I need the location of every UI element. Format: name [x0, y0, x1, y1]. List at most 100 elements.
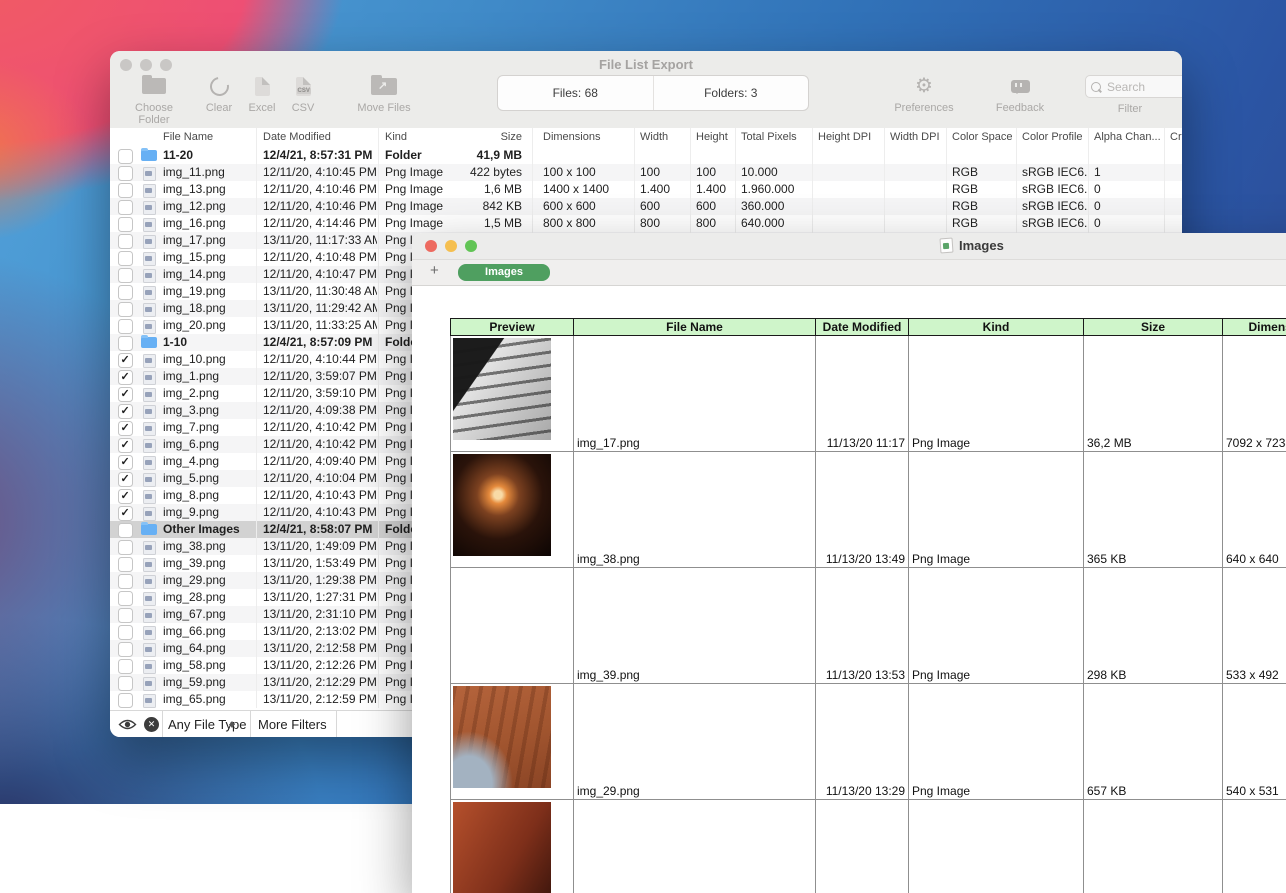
row-checkbox[interactable] — [118, 472, 133, 487]
date-modified-cell: 12/11/20, 4:10:46 PM — [263, 198, 377, 215]
row-checkbox[interactable] — [118, 591, 133, 606]
row-checkbox[interactable] — [118, 268, 133, 283]
row-checkbox[interactable] — [118, 336, 133, 351]
preferences-button[interactable]: ⚙ Preferences — [893, 73, 955, 119]
size-cell — [1084, 800, 1223, 893]
row-checkbox[interactable] — [118, 608, 133, 623]
file-type-dropdown[interactable]: Any File Type — [166, 711, 252, 737]
row-checkbox[interactable] — [118, 421, 133, 436]
header-dimensions: Dimensions — [1223, 319, 1286, 336]
images-preview-window: Images + Images Preview File Name Date M… — [412, 233, 1286, 893]
row-checkbox[interactable] — [118, 659, 133, 674]
clear-filter-button[interactable]: ✕ — [144, 717, 159, 732]
kind-cell: Png Image — [385, 215, 465, 232]
file-type-icon — [143, 269, 156, 283]
kind-cell: Png Image — [385, 164, 465, 181]
csv-label: CSV — [292, 102, 315, 114]
chevron-up-down-icon — [228, 718, 236, 731]
row-checkbox[interactable] — [118, 217, 133, 232]
row-checkbox[interactable] — [118, 370, 133, 385]
row-checkbox[interactable] — [118, 693, 133, 708]
row-checkbox[interactable] — [118, 387, 133, 402]
table-row[interactable]: img_12.png 12/11/20, 4:10:46 PM Png Imag… — [110, 198, 1182, 215]
table-row[interactable]: 11-20 12/4/21, 8:57:31 PM Folder 41,9 MB — [110, 147, 1182, 164]
file-type-icon — [143, 184, 156, 198]
table-row[interactable]: img_11.png 12/11/20, 4:10:45 PM Png Imag… — [110, 164, 1182, 181]
row-checkbox[interactable] — [118, 455, 133, 470]
table-row[interactable]: img_13.png 12/11/20, 4:10:46 PM Png Imag… — [110, 181, 1182, 198]
column-header-size[interactable]: Size — [455, 128, 522, 147]
image-thumbnail — [453, 686, 551, 788]
column-header-kind[interactable]: Kind — [385, 128, 465, 147]
row-checkbox[interactable] — [118, 353, 133, 368]
more-filters-button[interactable]: More Filters — [258, 711, 327, 737]
file-type-icon — [143, 694, 156, 708]
row-checkbox[interactable] — [118, 183, 133, 198]
row-checkbox[interactable] — [118, 506, 133, 521]
row-checkbox[interactable] — [118, 302, 133, 317]
date-modified-cell: 12/11/20, 3:59:07 PM — [263, 368, 377, 385]
clear-button[interactable]: Clear — [199, 73, 239, 119]
header-size: Size — [1084, 319, 1223, 336]
image-thumbnail — [453, 338, 551, 440]
gear-icon: ⚙ — [915, 76, 933, 96]
feedback-button[interactable]: Feedback — [990, 73, 1050, 119]
row-checkbox[interactable] — [118, 404, 133, 419]
column-header-cr[interactable]: Cr — [1170, 128, 1182, 147]
row-checkbox[interactable] — [118, 642, 133, 657]
row-checkbox[interactable] — [118, 438, 133, 453]
row-checkbox[interactable] — [118, 166, 133, 181]
search-field[interactable] — [1085, 75, 1182, 98]
width-cell: 600 — [640, 198, 689, 215]
table-row[interactable]: img_16.png 12/11/20, 4:14:46 PM Png Imag… — [110, 215, 1182, 232]
row-checkbox[interactable] — [118, 251, 133, 266]
size-cell: 1,6 MB — [455, 181, 522, 198]
alpha-channel-cell: 1 — [1094, 164, 1163, 181]
row-checkbox[interactable] — [118, 285, 133, 300]
column-header-height-dpi[interactable]: Height DPI — [818, 128, 883, 147]
row-checkbox[interactable] — [118, 523, 133, 538]
file-type-icon — [141, 150, 157, 161]
row-checkbox[interactable] — [118, 557, 133, 572]
row-checkbox[interactable] — [118, 676, 133, 691]
row-checkbox[interactable] — [118, 149, 133, 164]
excel-export-button[interactable]: Excel — [242, 73, 282, 119]
images-sheet-tab[interactable]: Images — [458, 264, 550, 281]
column-header-dimensions[interactable]: Dimensions — [543, 128, 633, 147]
dimensions-cell: 800 x 800 — [543, 215, 633, 232]
row-checkbox[interactable] — [118, 200, 133, 215]
column-header-total-pixels[interactable]: Total Pixels — [741, 128, 811, 147]
file-type-icon — [143, 167, 156, 181]
eye-toggle-button[interactable] — [118, 718, 137, 734]
row-checkbox[interactable] — [118, 489, 133, 504]
column-header-color-profile[interactable]: Color Profile — [1022, 128, 1087, 147]
column-header-alpha-channel[interactable]: Alpha Chan... — [1094, 128, 1163, 147]
minimize-button[interactable] — [445, 240, 457, 252]
column-header-date-modified[interactable]: Date Modified — [263, 128, 377, 147]
move-folder-icon — [371, 78, 397, 95]
column-header-file-name[interactable]: File Name — [163, 128, 255, 147]
csv-badge: CSV — [297, 88, 311, 94]
kind-cell: Png Image — [909, 336, 1084, 452]
row-checkbox[interactable] — [118, 574, 133, 589]
column-header-width-dpi[interactable]: Width DPI — [890, 128, 945, 147]
divider — [162, 711, 163, 737]
color-space-cell: RGB — [952, 164, 1015, 181]
zoom-button[interactable] — [465, 240, 477, 252]
row-checkbox[interactable] — [118, 319, 133, 334]
csv-export-button[interactable]: CSV CSV — [283, 73, 323, 119]
column-header-height[interactable]: Height — [696, 128, 734, 147]
column-header-color-space[interactable]: Color Space — [952, 128, 1015, 147]
row-checkbox[interactable] — [118, 625, 133, 640]
date-modified-cell: 11/13/20 13:53 — [816, 568, 909, 684]
choose-folder-button[interactable]: Choose Folder — [119, 73, 189, 119]
row-checkbox[interactable] — [118, 540, 133, 555]
add-sheet-button[interactable]: + — [430, 262, 439, 279]
column-header-width[interactable]: Width — [640, 128, 689, 147]
color-profile-cell: sRGB IEC6... — [1022, 198, 1087, 215]
move-files-button[interactable]: Move Files — [349, 73, 419, 119]
close-button[interactable] — [425, 240, 437, 252]
search-input[interactable] — [1105, 79, 1169, 95]
excel-file-icon — [255, 77, 270, 96]
row-checkbox[interactable] — [118, 234, 133, 249]
